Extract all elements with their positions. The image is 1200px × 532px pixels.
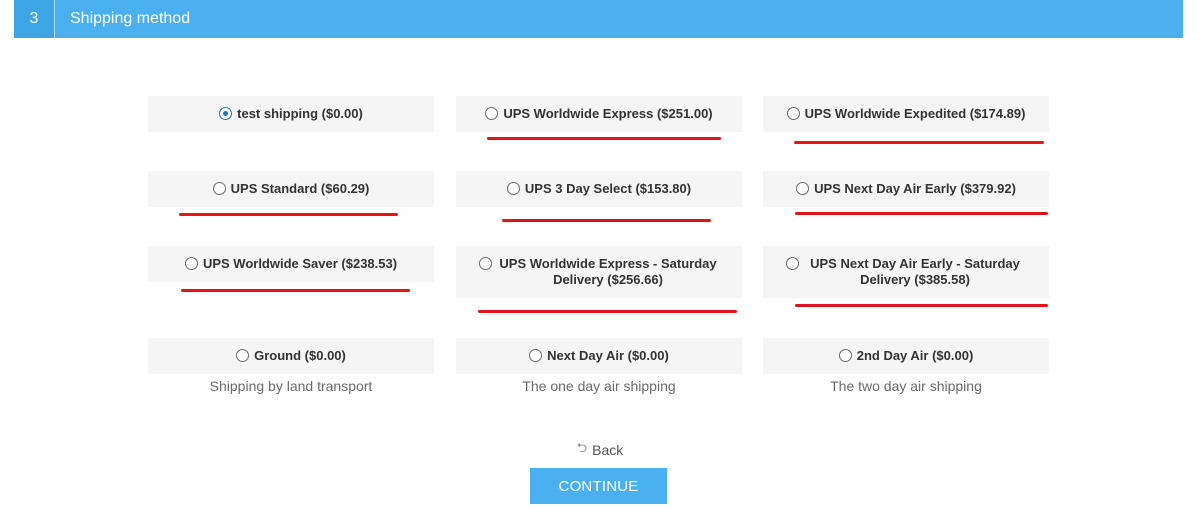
shipping-option-2nd-day-air[interactable]: 2nd Day Air ($0.00): [763, 338, 1049, 374]
shipping-option-description: Shipping by land transport: [209, 378, 373, 394]
shipping-option-ups-worldwide-express[interactable]: UPS Worldwide Express ($251.00): [456, 96, 742, 132]
radio-button[interactable]: [506, 182, 520, 195]
radio-button[interactable]: [479, 257, 492, 270]
annotation-underline: [502, 219, 711, 222]
shipping-option-label: UPS Worldwide Express ($251.00): [503, 106, 713, 121]
annotation-underline: [794, 141, 1044, 144]
shipping-option-ups-worldwide-saver[interactable]: UPS Worldwide Saver ($238.53): [148, 246, 434, 282]
radio-button[interactable]: [786, 257, 799, 270]
annotation-underline: [487, 137, 721, 140]
shipping-option-ups-standard[interactable]: UPS Standard ($60.29): [148, 171, 434, 207]
back-label: Back: [592, 442, 624, 458]
radio-button[interactable]: [529, 349, 543, 362]
shipping-option-ups-worldwide-express-saturday[interactable]: UPS Worldwide Express - Saturday Deliver…: [456, 246, 742, 298]
radio-button[interactable]: [838, 349, 852, 362]
radio-button[interactable]: [184, 257, 198, 270]
shipping-option-ups-next-day-air-early[interactable]: UPS Next Day Air Early ($379.92): [763, 171, 1049, 207]
shipping-option-label: UPS 3 Day Select ($153.80): [524, 181, 692, 196]
shipping-option-label: UPS Next Day Air Early ($379.92): [814, 181, 1016, 196]
annotation-underline: [478, 310, 737, 313]
step-title: Shipping method: [70, 10, 191, 27]
radio-button[interactable]: [236, 349, 250, 362]
radio-button[interactable]: [786, 107, 800, 120]
shipping-option-label: UPS Worldwide Express - Saturday Deliver…: [499, 256, 717, 287]
shipping-option-label: UPS Worldwide Saver ($238.53): [202, 256, 398, 271]
shipping-option-label: Ground ($0.00): [254, 348, 346, 363]
annotation-underline: [179, 213, 398, 216]
radio-button[interactable]: [219, 107, 233, 120]
continue-button[interactable]: CONTINUE: [530, 468, 667, 504]
shipping-option-label: test shipping ($0.00): [237, 106, 363, 121]
shipping-option-ups-worldwide-expedited[interactable]: UPS Worldwide Expedited ($174.89): [763, 96, 1049, 132]
annotation-underline: [181, 289, 410, 292]
shipping-option-ups-3-day-select[interactable]: UPS 3 Day Select ($153.80): [456, 171, 742, 207]
radio-button[interactable]: [212, 182, 226, 195]
shipping-option-test-shipping[interactable]: test shipping ($0.00): [148, 96, 434, 132]
annotation-underline: [795, 212, 1048, 215]
shipping-method-page: 3 Shipping method test shipping ($0.00) …: [0, 0, 1200, 532]
radio-button[interactable]: [485, 107, 499, 120]
shipping-option-description: The one day air shipping: [522, 378, 676, 394]
shipping-option-label: UPS Worldwide Expedited ($174.89): [804, 106, 1026, 121]
annotation-underline: [795, 304, 1048, 307]
shipping-option-label: UPS Next Day Air Early - Saturday Delive…: [810, 256, 1020, 287]
shipping-option-ground[interactable]: Ground ($0.00): [148, 338, 434, 374]
shipping-option-ups-next-day-air-early-saturday[interactable]: UPS Next Day Air Early - Saturday Delive…: [763, 246, 1049, 298]
shipping-option-label: UPS Standard ($60.29): [230, 181, 370, 196]
back-link[interactable]: ⮌ Back: [560, 440, 640, 459]
shipping-option-description: The two day air shipping: [830, 378, 982, 394]
shipping-option-label: Next Day Air ($0.00): [547, 348, 669, 363]
step-number: 3: [14, 0, 55, 38]
undo-arrow-icon: ⮌: [576, 440, 588, 455]
shipping-option-label: 2nd Day Air ($0.00): [856, 348, 974, 363]
shipping-option-next-day-air[interactable]: Next Day Air ($0.00): [456, 338, 742, 374]
step-header: 3 Shipping method: [14, 0, 1183, 38]
radio-button[interactable]: [796, 182, 810, 195]
